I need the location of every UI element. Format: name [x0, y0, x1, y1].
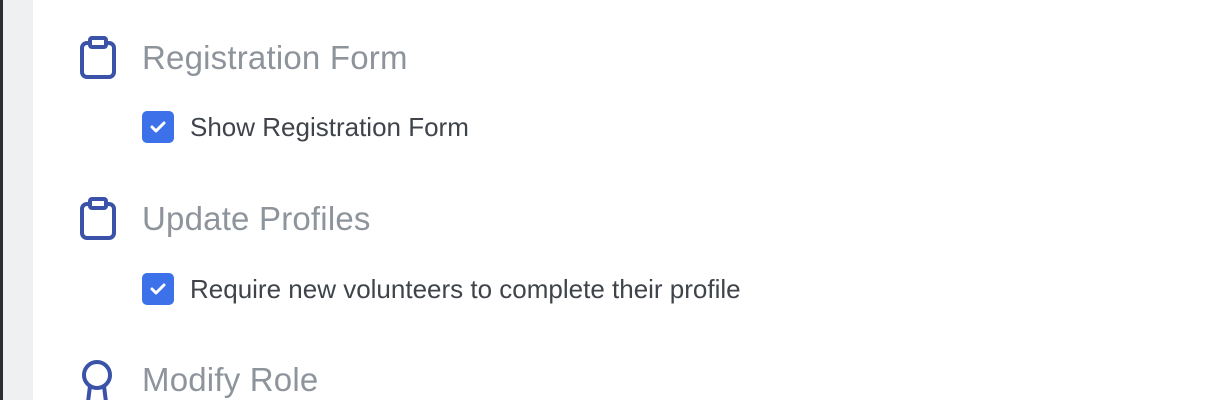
require-complete-profile-option[interactable]: Require new volunteers to complete their…: [142, 273, 741, 305]
show-registration-form-checkbox[interactable]: [142, 111, 174, 143]
clipboard-icon: [79, 197, 119, 241]
clipboard-icon: [79, 36, 119, 80]
option-label: Show Registration Form: [190, 111, 469, 142]
section-registration-form: Registration Form: [79, 36, 408, 80]
section-title: Update Profiles: [142, 200, 371, 237]
section-update-profiles: Update Profiles: [79, 197, 371, 241]
section-title: Modify Role: [142, 361, 319, 398]
show-registration-form-option[interactable]: Show Registration Form: [142, 111, 469, 143]
section-modify-role: Modify Role: [79, 358, 318, 400]
require-complete-profile-checkbox[interactable]: [142, 273, 174, 305]
option-label: Require new volunteers to complete their…: [190, 273, 741, 304]
side-rail: [3, 0, 33, 400]
checkmark-icon: [150, 283, 166, 295]
section-title: Registration Form: [142, 39, 408, 76]
checkmark-icon: [150, 121, 166, 133]
settings-panel: Registration Form Show Registration Form…: [0, 0, 1208, 400]
badge-icon: [79, 358, 119, 400]
settings-content: Registration Form Show Registration Form…: [33, 0, 1208, 400]
